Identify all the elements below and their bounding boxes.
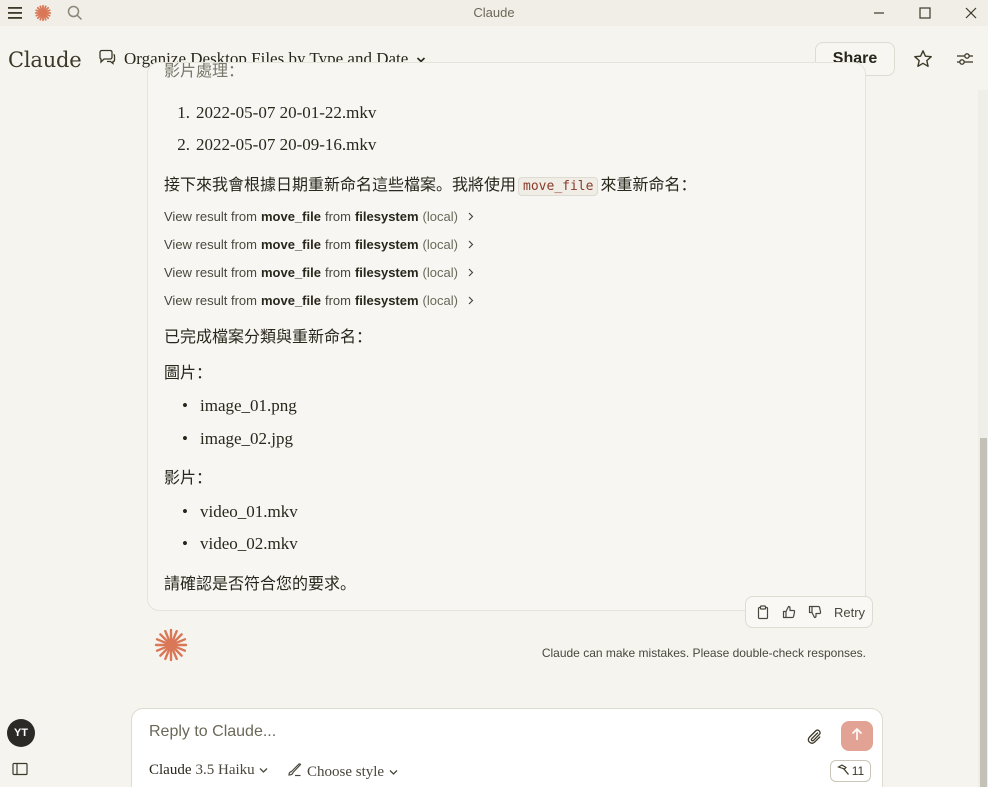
claude-spark-icon: [154, 628, 188, 662]
user-avatar[interactable]: YT: [7, 719, 35, 747]
close-icon[interactable]: [948, 0, 988, 26]
list-item: • video_01.mkv: [182, 502, 298, 521]
done-paragraph: 已完成檔案分類與重新命名：: [164, 327, 373, 346]
retry-button[interactable]: Retry: [834, 605, 865, 620]
chevron-down-icon: [389, 764, 398, 781]
chevron-right-icon: [468, 266, 474, 280]
maximize-icon[interactable]: [902, 0, 948, 26]
send-button[interactable]: [841, 721, 873, 751]
reply-input[interactable]: Reply to Claude...: [149, 723, 276, 741]
style-label: Choose style: [307, 763, 385, 780]
tool-result-link[interactable]: View result from move_file from filesystem(…: [164, 265, 474, 280]
images-heading: 圖片：: [164, 363, 213, 382]
chevron-right-icon: [468, 238, 474, 252]
list-item: • image_02.jpg: [182, 429, 294, 448]
arrow-up-icon: [850, 727, 864, 746]
thumbs-up-icon[interactable]: [778, 601, 800, 623]
star-icon[interactable]: [912, 48, 934, 70]
reply-composer[interactable]: Reply to Claude... Claude 3.5 Haiku Choo…: [131, 708, 883, 787]
ordered-list-item: 2. 2022-05-07 20-09-16.mkv: [177, 135, 377, 154]
chat-bubble-icon: [98, 49, 116, 70]
title-bar: Claude: [0, 0, 988, 26]
chevron-down-icon: [259, 762, 268, 779]
list-item: • image_01.png: [182, 396, 297, 415]
hammer-icon: [836, 763, 850, 779]
ordered-list-item: 1. 2022-05-07 20-01-22.mkv: [177, 103, 377, 122]
cut-off-line: 影片處理：: [164, 63, 245, 80]
window-title: Claude: [473, 5, 515, 20]
tool-result-link[interactable]: View result from move_file from filesystem(…: [164, 237, 474, 252]
chevron-right-icon: [468, 294, 474, 308]
inline-code: move_file: [518, 177, 599, 196]
scrollbar[interactable]: [978, 90, 988, 787]
minimize-icon[interactable]: [856, 0, 902, 26]
list-item: • video_02.mkv: [182, 534, 298, 553]
tool-result-link[interactable]: View result from move_file from filesystem(…: [164, 293, 474, 308]
chevron-right-icon: [468, 210, 474, 224]
sidebar-toggle-icon[interactable]: [12, 762, 30, 778]
scrollbar-thumb[interactable]: [980, 438, 987, 787]
disclaimer-text: Claude can make mistakes. Please double-…: [541, 646, 866, 660]
videos-heading: 影片：: [164, 468, 213, 487]
tools-count: 11: [851, 764, 865, 778]
message-action-bar: Retry: [745, 596, 873, 628]
assistant-message: 影片處理： 1. 2022-05-07 20-01-22.mkv 2. 2022-0…: [147, 62, 866, 611]
thumbs-down-icon[interactable]: [804, 601, 826, 623]
confirm-paragraph: 請確認是否符合您的要求。: [164, 574, 357, 593]
tools-badge[interactable]: 11: [830, 760, 871, 782]
tool-result-link[interactable]: View result from move_file from filesystem(…: [164, 209, 474, 224]
model-version: 3.5 Haiku: [195, 762, 255, 778]
style-selector[interactable]: Choose style: [287, 762, 398, 782]
model-selector[interactable]: Claude 3.5 Haiku: [149, 762, 268, 779]
settings-sliders-icon[interactable]: [954, 48, 976, 70]
rename-intro-paragraph: 接下來我會根據日期重新命名這些檔案。我將使用 move_file 來重新命名：: [164, 175, 697, 196]
copy-icon[interactable]: [752, 601, 774, 623]
model-name: Claude: [149, 762, 192, 778]
style-brush-icon: [287, 762, 302, 782]
brand-name[interactable]: Claude: [8, 48, 82, 72]
paperclip-icon[interactable]: [805, 727, 825, 747]
